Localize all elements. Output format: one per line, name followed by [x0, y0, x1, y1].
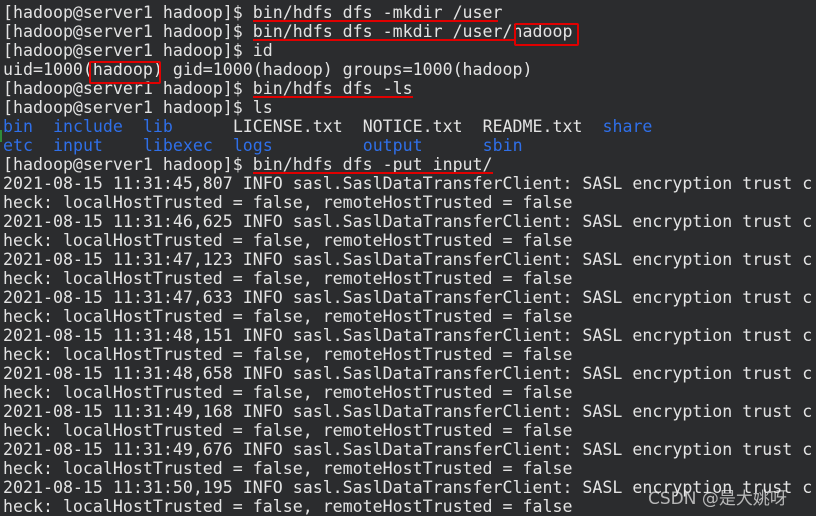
- terminal-text: 2021-08-15 11:31:45,807 INFO sasl.SaslDa…: [3, 174, 813, 193]
- terminal-line: etc input libexec logs output sbin: [3, 136, 812, 155]
- terminal-line: [hadoop@server1 hadoop]$ ls: [3, 98, 812, 117]
- terminal-text: heck: localHostTrusted = false, remoteHo…: [3, 459, 573, 478]
- directory-entry: lib: [142, 117, 173, 136]
- annotation-box-hadoop-dir: [514, 23, 579, 46]
- annotation-underline-put: [253, 172, 493, 174]
- terminal-text: 2021-08-15 11:31:49,676 INFO sasl.SaslDa…: [3, 440, 813, 459]
- terminal-line: 2021-08-15 11:31:45,807 INFO sasl.SaslDa…: [3, 174, 812, 193]
- terminal-text: heck: localHostTrusted = false, remoteHo…: [3, 231, 573, 250]
- directory-entry: libexec: [142, 136, 213, 155]
- directory-entry: share: [602, 117, 653, 136]
- directory-entry: bin: [3, 117, 33, 136]
- terminal-line: 2021-08-15 11:31:49,676 INFO sasl.SaslDa…: [3, 440, 812, 459]
- terminal-text: ls: [252, 98, 273, 117]
- terminal-text: [hadoop@server1 hadoop]$: [3, 155, 253, 174]
- terminal-text: uid=1000(hadoop) gid=1000(hadoop) groups…: [3, 60, 533, 79]
- terminal-text: 2021-08-15 11:31:48,151 INFO sasl.SaslDa…: [3, 326, 813, 345]
- annotation-box-uid-hadoop: [89, 61, 161, 84]
- terminal-text: heck: localHostTrusted = false, remoteHo…: [3, 345, 573, 364]
- directory-entry: sbin: [482, 136, 523, 155]
- terminal-line: heck: localHostTrusted = false, remoteHo…: [3, 193, 812, 212]
- terminal-line: heck: localHostTrusted = false, remoteHo…: [3, 345, 812, 364]
- terminal-line: 2021-08-15 11:31:48,658 INFO sasl.SaslDa…: [3, 364, 812, 383]
- terminal-line: bin include lib LICENSE.txt NOTICE.txt R…: [3, 117, 812, 136]
- terminal-text: [hadoop@server1 hadoop]$: [3, 98, 253, 117]
- watermark: CSDN @是大姚呀: [648, 489, 787, 509]
- terminal-text: heck: localHostTrusted = false, remoteHo…: [3, 497, 573, 516]
- terminal-line: [hadoop@server1 hadoop]$ id: [3, 41, 812, 60]
- terminal-line: heck: localHostTrusted = false, remoteHo…: [3, 307, 812, 326]
- directory-entry: etc: [3, 136, 33, 155]
- terminal-line: 2021-08-15 11:31:46,625 INFO sasl.SaslDa…: [3, 212, 812, 231]
- terminal-line: 2021-08-15 11:31:49,168 INFO sasl.SaslDa…: [3, 402, 812, 421]
- terminal-text: 2021-08-15 11:31:47,633 INFO sasl.SaslDa…: [3, 288, 813, 307]
- directory-entry: logs: [232, 136, 273, 155]
- terminal-line: heck: localHostTrusted = false, remoteHo…: [3, 231, 812, 250]
- terminal-line: 2021-08-15 11:31:48,151 INFO sasl.SaslDa…: [3, 326, 812, 345]
- terminal-line: heck: localHostTrusted = false, remoteHo…: [3, 421, 812, 440]
- terminal-text: [hadoop@server1 hadoop]$: [3, 41, 253, 60]
- terminal-text: heck: localHostTrusted = false, remoteHo…: [3, 269, 573, 288]
- terminal-text: 2021-08-15 11:31:46,625 INFO sasl.SaslDa…: [3, 212, 813, 231]
- directory-entry: input: [52, 136, 103, 155]
- annotation-underline-mkdir-user-hadoop: [253, 39, 515, 41]
- terminal-text: id: [252, 41, 273, 60]
- terminal-text: heck: localHostTrusted = false, remoteHo…: [3, 193, 573, 212]
- directory-entry: output: [362, 136, 423, 155]
- directory-entry: include: [52, 117, 123, 136]
- terminal-line: 2021-08-15 11:31:47,633 INFO sasl.SaslDa…: [3, 288, 812, 307]
- annotation-underline-mkdir-user: [253, 20, 498, 22]
- terminal-line: heck: localHostTrusted = false, remoteHo…: [3, 459, 812, 478]
- terminal-line: heck: localHostTrusted = false, remoteHo…: [3, 383, 812, 402]
- scroll-marker: [0, 130, 2, 142]
- terminal-text: [hadoop@server1 hadoop]$: [3, 22, 253, 41]
- terminal-text: heck: localHostTrusted = false, remoteHo…: [3, 307, 573, 326]
- terminal-text: 2021-08-15 11:31:47,123 INFO sasl.SaslDa…: [3, 250, 813, 269]
- terminal-text: 2021-08-15 11:31:49,168 INFO sasl.SaslDa…: [3, 402, 813, 421]
- terminal-text: heck: localHostTrusted = false, remoteHo…: [3, 383, 573, 402]
- annotation-underline-ls: [253, 96, 413, 98]
- terminal-text: heck: localHostTrusted = false, remoteHo…: [3, 421, 573, 440]
- terminal-line: heck: localHostTrusted = false, remoteHo…: [3, 269, 812, 288]
- terminal-text: [hadoop@server1 hadoop]$: [3, 3, 253, 22]
- terminal-text: LICENSE.txt NOTICE.txt README.txt: [172, 117, 603, 136]
- terminal-text: 2021-08-15 11:31:48,658 INFO sasl.SaslDa…: [3, 364, 813, 383]
- terminal-line: 2021-08-15 11:31:47,123 INFO sasl.SaslDa…: [3, 250, 812, 269]
